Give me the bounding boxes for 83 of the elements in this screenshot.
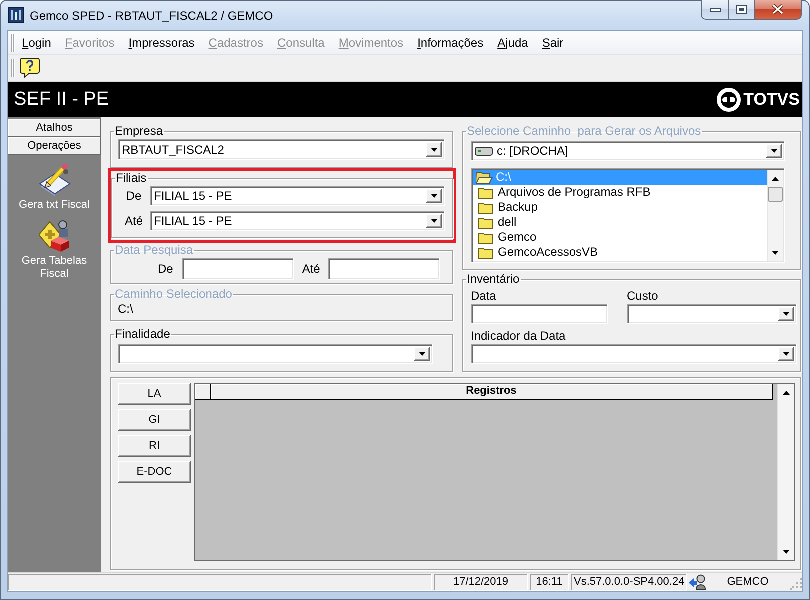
app-icon <box>8 7 24 23</box>
maximize-button[interactable] <box>728 0 755 20</box>
scrollbar[interactable] <box>777 384 794 560</box>
date-field[interactable] <box>328 258 440 280</box>
sidebar-section-button[interactable]: Atalhos <box>8 119 101 137</box>
scroll-up-icon[interactable] <box>782 390 790 394</box>
caret-icon <box>782 352 790 356</box>
maximize-icon <box>736 5 747 14</box>
group-label: Filiais <box>115 171 148 185</box>
dropdown-button[interactable] <box>778 307 794 321</box>
column-header[interactable]: Registros <box>211 384 773 400</box>
logo-icon <box>716 88 741 112</box>
group-label: Finalidade <box>114 327 172 341</box>
group-label: Selecione Caminho para Gerar os Arquivos <box>466 124 702 138</box>
drive-icon <box>475 146 493 156</box>
caret-icon <box>430 219 438 223</box>
action-button[interactable]: GI <box>118 409 191 431</box>
field-label: Indicador da Data <box>471 329 567 343</box>
sidebar-item[interactable]: Gera Tabelas Fiscal <box>12 220 96 281</box>
scroll-thumb[interactable] <box>768 187 783 202</box>
cost-dropdown[interactable] <box>627 304 797 324</box>
pencil-document-icon <box>38 164 70 196</box>
sidebar-item[interactable]: Gera txt Fiscal <box>12 164 96 212</box>
screen-title: SEF II - PE <box>14 88 110 110</box>
group-label: Caminho Selecionado <box>114 287 234 301</box>
version-panel: Vs.57.0.0.0-SP4.00.24 <box>571 574 687 590</box>
action-button[interactable]: LA <box>118 383 191 405</box>
close-icon <box>772 4 784 15</box>
scroll-up-icon[interactable] <box>772 176 779 180</box>
branch-dropdown[interactable]: FILIAL 15 - PE <box>150 186 445 206</box>
user-name: GEMCO <box>726 576 770 588</box>
field-label: Data <box>471 289 498 303</box>
resize-grip[interactable] <box>790 578 802 590</box>
date-field[interactable] <box>471 304 608 324</box>
date-indicator-dropdown[interactable] <box>471 344 797 364</box>
action-button[interactable]: E-DOC <box>118 461 191 483</box>
group-label: Data Pesquisa <box>114 243 194 257</box>
menu-item[interactable]: Impressoras <box>122 32 202 52</box>
scroll-down-icon[interactable] <box>782 550 790 554</box>
field-label: Até <box>302 262 320 276</box>
date-panel: 17/12/2019 <box>434 574 528 590</box>
time-panel: 16:11 <box>530 574 569 590</box>
caret-icon <box>770 149 778 153</box>
sidebar-section-button[interactable]: Operações <box>8 137 101 155</box>
table-corner <box>195 384 211 400</box>
field-label: De <box>158 262 174 276</box>
branch-dropdown[interactable]: FILIAL 15 - PE <box>150 211 445 231</box>
caret-icon <box>418 352 426 356</box>
purpose-dropdown[interactable] <box>118 344 433 364</box>
user-icon <box>689 574 706 590</box>
company-dropdown[interactable]: RBTAUT_FISCAL2 <box>118 139 445 160</box>
diamond-cube-icon <box>38 220 70 252</box>
toolbar-grip[interactable] <box>11 59 15 77</box>
caret-icon <box>430 194 438 198</box>
date-field[interactable] <box>182 258 294 280</box>
scroll-down-icon[interactable] <box>772 250 779 254</box>
group-label: Inventário <box>466 272 521 286</box>
menu-item[interactable]: Ajuda <box>490 32 536 52</box>
field-label: De <box>125 189 143 203</box>
action-button[interactable]: RI <box>118 435 191 457</box>
menu-item[interactable]: Login <box>15 32 58 52</box>
dropdown-button[interactable] <box>778 347 794 361</box>
group-label: Empresa <box>114 124 164 138</box>
dropdown-button[interactable] <box>414 347 430 361</box>
field-label: Até <box>124 214 144 228</box>
dropdown-button[interactable] <box>766 144 782 158</box>
menu-item[interactable]: Sair <box>535 32 571 52</box>
path-value: C:\ <box>118 302 134 316</box>
logo-text: TOTVS <box>744 90 800 110</box>
dropdown-button[interactable] <box>426 189 442 203</box>
menu-item[interactable]: Informações <box>410 32 491 52</box>
minimize-icon <box>710 8 720 12</box>
field-label: Custo <box>627 289 660 303</box>
close-button[interactable] <box>755 0 802 20</box>
caret-icon <box>782 312 790 316</box>
window-title: Gemco SPED - RBTAUT_FISCAL2 / GEMCO <box>30 8 274 24</box>
help-icon[interactable] <box>20 58 40 78</box>
dropdown-button[interactable] <box>426 142 442 157</box>
menu-grip[interactable] <box>11 34 15 52</box>
scrollbar[interactable] <box>767 170 783 261</box>
dropdown-button[interactable] <box>426 214 442 228</box>
caret-icon <box>430 148 438 152</box>
minimize-button[interactable] <box>701 0 728 20</box>
